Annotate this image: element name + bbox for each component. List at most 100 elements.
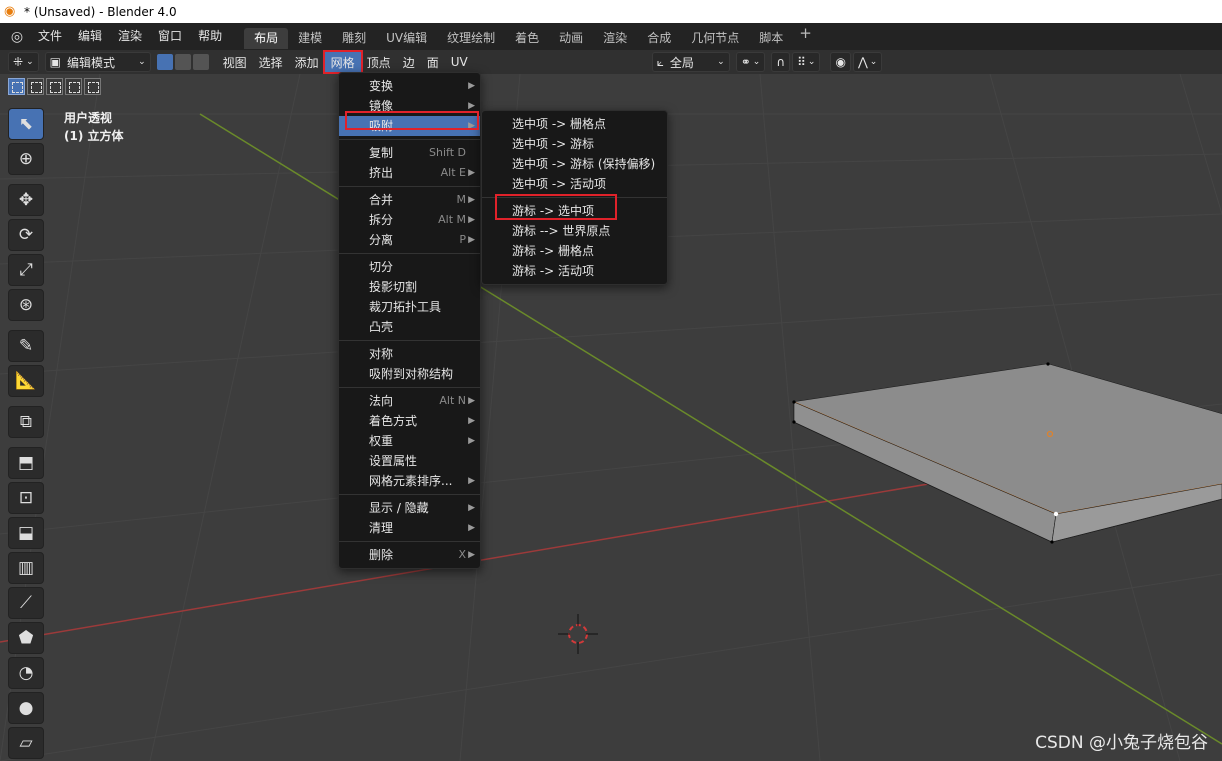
snap-submenu-item[interactable]: 游标 -> 活动项: [482, 261, 667, 281]
menu-edit[interactable]: 编辑: [70, 23, 110, 50]
mesh-menu-item[interactable]: 删除 X ▶: [339, 545, 480, 565]
mesh-menu: 变换 ▶ 镜像 ▶ 吸附 ▶ 复制 Shift D 挤出 Alt E ▶ 合并 M ▶ 拆分 Alt M ▶ 分离…: [338, 72, 481, 569]
ruler-icon: 📐: [15, 371, 37, 391]
mesh-menu-item[interactable]: 投影切割: [339, 277, 480, 297]
mesh-menu-item[interactable]: 法向 Alt N ▶: [339, 391, 480, 411]
tab-uv-editing[interactable]: UV编辑: [376, 28, 437, 49]
mesh-menu-item[interactable]: 着色方式 ▶: [339, 411, 480, 431]
submenu-arrow-icon: ▶: [468, 235, 475, 245]
knife-tool[interactable]: ⟋: [8, 587, 44, 619]
mesh-menu-item[interactable]: 清理 ▶: [339, 518, 480, 538]
move-tool[interactable]: ✥: [8, 184, 44, 216]
menu-mesh[interactable]: 网格: [322, 50, 363, 74]
snap-submenu-item[interactable]: 选中项 -> 栅格点: [482, 114, 667, 134]
menu-uv[interactable]: UV: [445, 52, 474, 72]
loop-cut-icon: ▥: [17, 558, 35, 578]
crosshair-icon: ⊕: [18, 149, 34, 169]
tab-compositing[interactable]: 合成: [637, 28, 681, 49]
select-box-tool[interactable]: ⬉: [8, 108, 44, 140]
mesh-menu-item[interactable]: 切分: [339, 257, 480, 277]
tab-geometry-nodes[interactable]: 几何节点: [681, 28, 749, 49]
snap-target-selector[interactable]: ⠿ ⌄: [792, 52, 821, 72]
proportional-edit-toggle[interactable]: ◉: [830, 52, 851, 72]
tab-sculpting[interactable]: 雕刻: [332, 28, 376, 49]
mesh-menu-item[interactable]: 凸壳: [339, 317, 480, 337]
add-workspace-button[interactable]: +: [793, 24, 818, 49]
tab-scripting[interactable]: 脚本: [749, 28, 793, 49]
mesh-menu-item[interactable]: 设置属性: [339, 451, 480, 471]
mesh-menu-item[interactable]: 网格元素排序... ▶: [339, 471, 480, 491]
select-extend-button[interactable]: [27, 78, 44, 95]
mesh-menu-item[interactable]: 合并 M ▶: [339, 190, 480, 210]
edge-select-button[interactable]: [174, 54, 191, 70]
menu-render[interactable]: 渲染: [110, 23, 150, 50]
tab-shading[interactable]: 着色: [505, 28, 549, 49]
smooth-tool[interactable]: ●: [8, 692, 44, 724]
snap-submenu-item[interactable]: 游标 -> 栅格点: [482, 241, 667, 261]
face-select-button[interactable]: [192, 54, 209, 70]
mode-selector[interactable]: ▣ 编辑模式 ⌄: [44, 52, 151, 72]
poly-build-tool[interactable]: ⬟: [8, 622, 44, 654]
snap-submenu-item[interactable]: 选中项 -> 游标 (保持偏移): [482, 154, 667, 174]
snap-submenu-item[interactable]: 选中项 -> 游标: [482, 134, 667, 154]
transform-orientation-selector[interactable]: ⟀ 全局 ⌄: [651, 52, 730, 72]
mesh-menu-item[interactable]: 权重 ▶: [339, 431, 480, 451]
mesh-menu-item[interactable]: 分离 P ▶: [339, 230, 480, 250]
editor-type-selector[interactable]: ⁜ ⌄: [8, 52, 39, 72]
editor-type-icon: ⁜: [13, 55, 24, 69]
inset-tool[interactable]: ⊡: [8, 482, 44, 514]
mesh-menu-item[interactable]: 镜像 ▶: [339, 96, 480, 116]
snap-submenu-item[interactable]: 选中项 -> 活动项: [482, 174, 667, 194]
shear-tool[interactable]: ▱: [8, 727, 44, 759]
mesh-menu-item[interactable]: 吸附到对称结构: [339, 364, 480, 384]
tab-rendering[interactable]: 渲染: [593, 28, 637, 49]
extrude-tool[interactable]: ⬒: [8, 447, 44, 479]
snap-submenu-item-label: 选中项 -> 游标 (保持偏移): [512, 157, 656, 171]
3d-cursor[interactable]: [558, 614, 598, 654]
menu-file[interactable]: 文件: [30, 23, 70, 50]
mesh-menu-item[interactable]: 对称: [339, 344, 480, 364]
mesh-menu-item[interactable]: 吸附 ▶: [339, 116, 480, 136]
menu-window[interactable]: 窗口: [150, 23, 190, 50]
tab-animation[interactable]: 动画: [549, 28, 593, 49]
snap-submenu-item[interactable]: 游标 -> 选中项: [482, 201, 667, 221]
select-new-button[interactable]: [8, 78, 25, 95]
bevel-tool[interactable]: ⬓: [8, 517, 44, 549]
pivot-point-selector[interactable]: ⚭ ⌄: [735, 52, 766, 72]
snap-toggle[interactable]: ∩: [771, 52, 791, 72]
vertex-select-button[interactable]: [156, 54, 173, 70]
tab-texture-paint[interactable]: 纹理绘制: [437, 28, 505, 49]
annotate-tool[interactable]: ✎: [8, 330, 44, 362]
menu-edge[interactable]: 边: [397, 52, 421, 72]
mesh-menu-item[interactable]: 裁刀拓扑工具: [339, 297, 480, 317]
menu-add[interactable]: 添加: [289, 52, 325, 72]
mesh-menu-item[interactable]: 显示 / 隐藏 ▶: [339, 498, 480, 518]
spin-tool[interactable]: ◔: [8, 657, 44, 689]
menu-view[interactable]: 视图: [217, 52, 253, 72]
chevron-down-icon: ⌄: [138, 57, 146, 67]
menu-face[interactable]: 面: [421, 52, 445, 72]
measure-tool[interactable]: 📐: [8, 365, 44, 397]
select-invert-button[interactable]: [65, 78, 82, 95]
tab-layout[interactable]: 布局: [244, 28, 289, 49]
select-subtract-button[interactable]: [46, 78, 63, 95]
mesh-menu-item[interactable]: 复制 Shift D: [339, 143, 480, 163]
blender-menu-icon[interactable]: ◎: [4, 29, 30, 45]
falloff-selector[interactable]: ⋀ ⌄: [852, 52, 883, 72]
mesh-menu-item[interactable]: 拆分 Alt M ▶: [339, 210, 480, 230]
tab-modeling[interactable]: 建模: [288, 28, 332, 49]
plane-mesh[interactable]: [792, 362, 1222, 544]
cursor-tool[interactable]: ⊕: [8, 143, 44, 175]
menu-help[interactable]: 帮助: [190, 23, 230, 50]
loop-cut-tool[interactable]: ▥: [8, 552, 44, 584]
menu-vertex[interactable]: 顶点: [361, 52, 397, 72]
snap-submenu-item[interactable]: 游标 --> 世界原点: [482, 221, 667, 241]
mesh-menu-item[interactable]: 变换 ▶: [339, 76, 480, 96]
scale-tool[interactable]: ⤢: [8, 254, 44, 286]
transform-tool[interactable]: ⊛: [8, 289, 44, 321]
menu-select[interactable]: 选择: [253, 52, 289, 72]
rotate-tool[interactable]: ⟳: [8, 219, 44, 251]
select-intersect-button[interactable]: [84, 78, 101, 95]
add-cube-tool[interactable]: ⧉: [8, 406, 44, 438]
mesh-menu-item[interactable]: 挤出 Alt E ▶: [339, 163, 480, 183]
